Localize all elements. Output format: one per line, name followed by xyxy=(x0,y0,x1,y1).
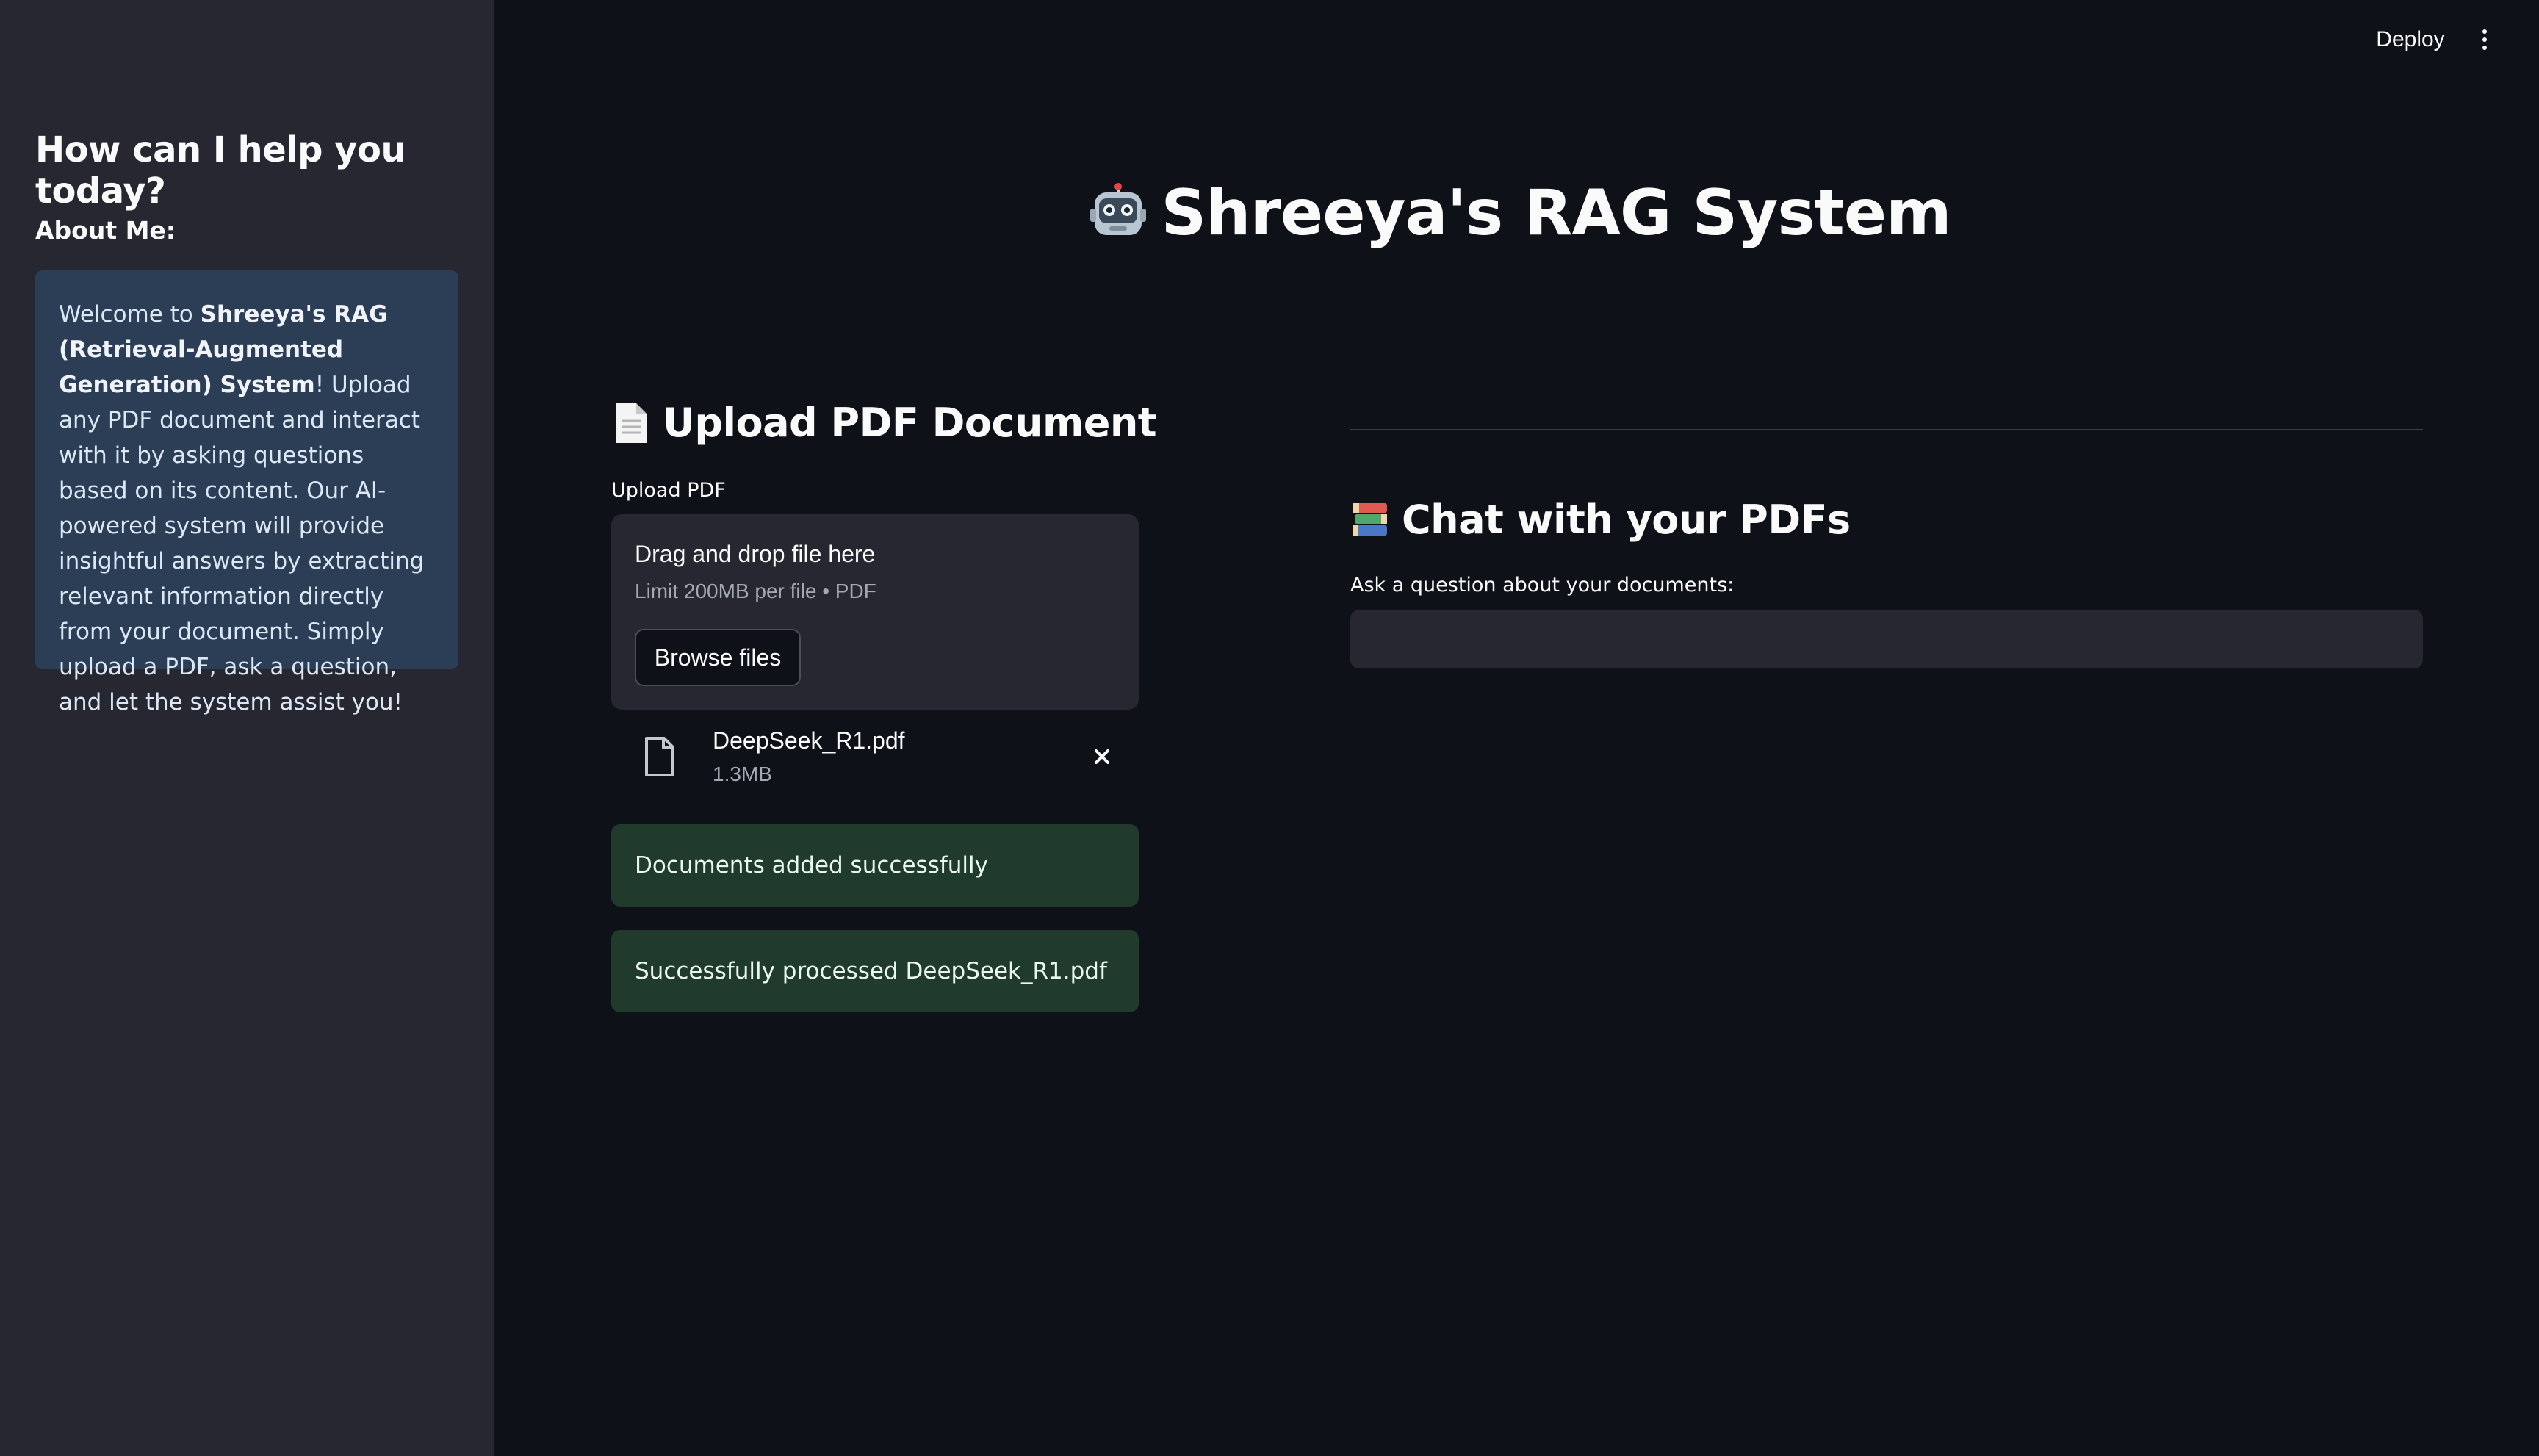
books-icon xyxy=(1353,502,1387,536)
success-alert: Documents added successfully xyxy=(611,824,1139,907)
upload-field-label: Upload PDF xyxy=(611,479,726,502)
chat-heading-text: Chat with your PDFs xyxy=(1402,497,1851,543)
upload-heading-text: Upload PDF Document xyxy=(663,400,1157,446)
chat-heading: Chat with your PDFs xyxy=(1350,497,1851,543)
dropzone-limit: Limit 200MB per file • PDF xyxy=(635,580,876,602)
about-info-box: Welcome to Shreeya's RAG (Retrieval-Augm… xyxy=(35,270,458,716)
deploy-button[interactable]: Deploy xyxy=(2363,22,2458,57)
about-intro: Welcome to xyxy=(59,301,201,328)
robot-icon xyxy=(1090,182,1147,235)
document-icon xyxy=(616,403,647,443)
success-alert: Successfully processed DeepSeek_R1.pdf xyxy=(611,930,1139,1012)
file-size: 1.3MB xyxy=(713,763,772,785)
more-vertical-icon[interactable] xyxy=(2467,18,2502,62)
about-body: ! Upload any PDF document and interact w… xyxy=(59,372,425,716)
file-name: DeepSeek_R1.pdf xyxy=(713,727,905,754)
dropzone-title: Drag and drop file here xyxy=(635,541,876,567)
uploaded-file-item: DeepSeek_R1.pdf 1.3MB xyxy=(611,720,1139,793)
question-input[interactable] xyxy=(1350,610,2423,668)
browse-files-button[interactable]: Browse files xyxy=(635,629,801,686)
question-field-label: Ask a question about your documents: xyxy=(1350,574,1735,597)
file-icon xyxy=(645,737,674,776)
divider xyxy=(1350,429,2423,430)
app-root: How can I help you today? About Me: Welc… xyxy=(0,0,2539,1456)
page-title: Shreeya's RAG System xyxy=(0,176,2539,250)
page-title-text: Shreeya's RAG System xyxy=(1161,176,1951,250)
file-dropzone[interactable]: Drag and drop file here Limit 200MB per … xyxy=(611,514,1139,710)
close-icon[interactable] xyxy=(1083,738,1121,776)
upload-heading: Upload PDF Document xyxy=(611,400,1157,446)
